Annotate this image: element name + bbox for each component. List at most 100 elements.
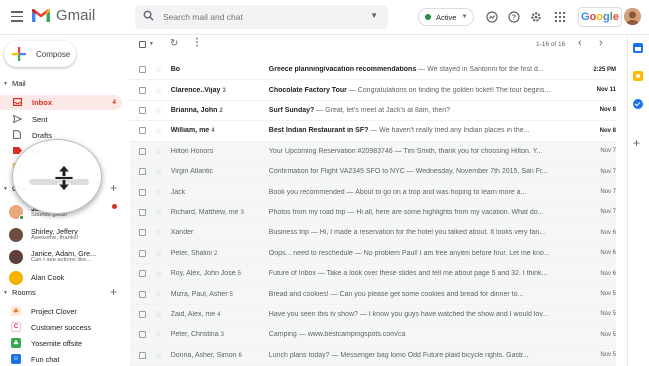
select-dropdown-icon[interactable]: ▼ [149, 41, 154, 47]
gmail-logo[interactable]: Gmail [31, 7, 95, 24]
avatar [9, 271, 23, 285]
calendar-icon[interactable] [633, 43, 643, 53]
email-date: Nov 8 [599, 127, 616, 134]
star-icon[interactable]: ☆ [155, 126, 164, 135]
search-options-icon[interactable]: ▼ [370, 11, 378, 20]
email-row[interactable]: ☆ Mizra, Paul, Asher 5 Bread and cookies! —… [130, 284, 616, 305]
row-checkbox[interactable] [139, 127, 146, 135]
email-subject: Book you recommended [268, 188, 345, 196]
email-subject: Surf Sunday? [268, 106, 315, 114]
thread-count: 5 [237, 271, 241, 278]
account-avatar[interactable] [624, 8, 641, 25]
tasks-icon[interactable] [633, 99, 643, 109]
clover-icon: ☘ [11, 306, 21, 316]
star-icon[interactable]: ☆ [155, 86, 164, 95]
email-date: Nov 5 [600, 331, 616, 338]
avatar [9, 205, 24, 220]
row-checkbox[interactable] [139, 86, 146, 94]
refresh-icon[interactable]: ↻ [170, 38, 178, 49]
row-checkbox[interactable] [139, 188, 146, 196]
email-preview: — We stayed in Santorini for the first d… [416, 66, 544, 74]
email-date: Nov 5 [600, 291, 616, 298]
sidebar-item-sent[interactable]: Sent [0, 112, 122, 127]
email-row[interactable]: ☆ Peter, Shalini 2 Oops... need to reschedu… [130, 243, 616, 264]
email-row[interactable]: ☆ Peter, Christina 3 Camping — www.bestcamp… [130, 325, 616, 346]
row-checkbox[interactable] [139, 66, 146, 74]
email-row[interactable]: ☆ Brianna, John 2 Surf Sunday? — Great, let… [130, 100, 616, 122]
star-icon[interactable]: ☆ [155, 106, 164, 115]
room-project-clover[interactable]: ☘ Project Clover [11, 303, 126, 319]
support-icon[interactable] [485, 10, 499, 24]
email-row[interactable]: ☆ Xander Business trip — Hi, I made a rese… [130, 223, 616, 244]
email-row[interactable]: ☆ Donna, Asher, Simon 6 Lunch plans today? … [130, 345, 616, 366]
chat-item-alan-cook[interactable]: Alan Cook [9, 268, 124, 288]
rooms-section-header[interactable]: ▼ Rooms [3, 288, 36, 297]
more-options-icon[interactable]: ⋮ [192, 37, 202, 48]
add-addon-plus-icon[interactable]: + [633, 136, 640, 150]
star-icon[interactable]: ☆ [155, 228, 164, 237]
star-icon[interactable]: ☆ [155, 330, 164, 339]
prev-page-icon[interactable]: ‹ [578, 37, 582, 49]
row-checkbox[interactable] [139, 310, 146, 318]
room-letter-icon: C [11, 322, 21, 332]
star-icon[interactable]: ☆ [155, 249, 164, 258]
star-icon[interactable]: ☆ [155, 147, 164, 156]
row-checkbox[interactable] [139, 147, 146, 155]
chat-item-shirley-jeffery[interactable]: Shirley, Jeffery Awesome, thanks! [9, 225, 124, 245]
row-checkbox[interactable] [139, 106, 146, 114]
email-snippet: Bread and cookies! — Can you please get … [269, 291, 576, 298]
select-all-checkbox[interactable] [139, 41, 146, 48]
star-icon[interactable]: ☆ [155, 290, 164, 299]
star-icon[interactable]: ☆ [155, 310, 164, 319]
email-preview: — Tim Smith, thank you for choosing Hilt… [392, 147, 543, 155]
help-icon[interactable]: ? [507, 10, 521, 24]
row-checkbox[interactable] [139, 331, 146, 339]
email-row[interactable]: ☆ Bo Greece planning/vacation recommendati… [130, 60, 616, 81]
star-icon[interactable]: ☆ [155, 188, 164, 197]
email-row[interactable]: ☆ Roy, Alex, John Jose 5 Future of Inbox — … [130, 264, 616, 285]
row-checkbox[interactable] [139, 270, 146, 278]
row-checkbox[interactable] [139, 249, 146, 257]
next-page-icon[interactable]: › [599, 37, 603, 49]
email-row[interactable]: ☆ Virgin Atlantic Confirmation for Flight … [130, 162, 616, 183]
google-account-logo[interactable]: Google [578, 7, 622, 27]
email-snippet: Confirmation for Flight VA2345 SFO to NY… [269, 168, 576, 175]
row-checkbox[interactable] [139, 351, 146, 359]
top-bar: Gmail ▼ Active ▼ ? Google [0, 0, 649, 35]
mountain-icon: ⛰ [11, 338, 21, 348]
star-icon[interactable]: ☆ [155, 167, 164, 176]
new-room-plus-icon[interactable]: + [110, 285, 117, 299]
row-checkbox[interactable] [139, 208, 146, 216]
room-customer-success[interactable]: C Customer success [11, 319, 126, 335]
email-row[interactable]: ☆ Clarence..Vijay 3 Chocolate Factory Tour … [130, 80, 616, 101]
email-row[interactable]: ☆ William, me 4 Best Indian Restaurant in S… [130, 121, 616, 142]
search-input[interactable] [163, 12, 363, 22]
email-row[interactable]: ☆ Zaid, Alex, me 4 Have you seen this tv sh… [130, 304, 616, 326]
email-row[interactable]: ☆ Richard, Matthew, me 3 Photos from my roa… [130, 202, 616, 224]
search-bar[interactable]: ▼ [135, 5, 388, 29]
chat-item-janice-adam[interactable]: Janice, Adam, Gre... Can I see actions l… [9, 247, 124, 267]
keep-icon[interactable] [633, 71, 643, 81]
row-checkbox[interactable] [139, 290, 146, 298]
email-row[interactable]: ☆ Jack Book you recommended — About to go … [130, 182, 616, 203]
status-dropdown[interactable]: Active ▼ [418, 8, 474, 26]
star-icon[interactable]: ☆ [155, 269, 164, 278]
room-yosemite-offsite[interactable]: ⛰ Yosemite offsite [11, 335, 126, 351]
star-icon[interactable]: ☆ [155, 65, 164, 74]
main-menu-icon[interactable] [11, 11, 23, 23]
apps-grid-icon[interactable] [553, 10, 567, 24]
email-row[interactable]: ☆ Hilton Honors Your Upcoming Reservation … [130, 141, 616, 162]
sidebar-item-inbox[interactable]: Inbox 4 [0, 95, 122, 110]
room-fun-chat[interactable]: ☺ Fun chat [11, 351, 126, 366]
settings-gear-icon[interactable] [529, 10, 543, 24]
new-chat-plus-icon[interactable]: + [110, 181, 117, 195]
row-checkbox[interactable] [139, 168, 146, 176]
resize-vertical-cursor-icon [54, 164, 74, 192]
star-icon[interactable]: ☆ [155, 351, 164, 360]
compose-button[interactable]: Compose [4, 41, 76, 67]
mail-section-header[interactable]: ▼ Mail [3, 79, 26, 88]
star-icon[interactable]: ☆ [155, 208, 164, 217]
search-icon[interactable] [143, 10, 163, 24]
email-date: Nov 6 [600, 270, 616, 277]
row-checkbox[interactable] [139, 229, 146, 237]
